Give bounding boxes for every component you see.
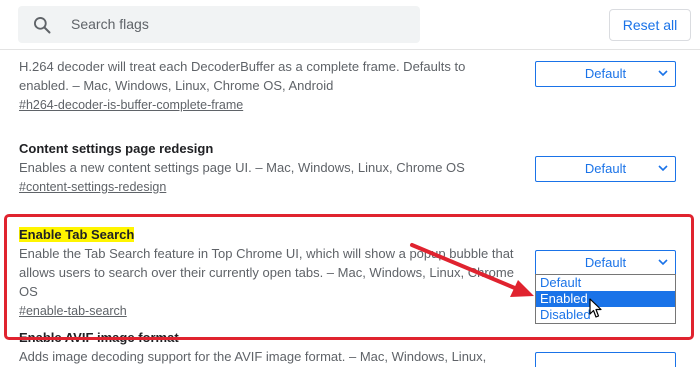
flag-item-content-settings: Content settings page redesign Enables a… — [19, 140, 509, 197]
select-value: Default — [584, 66, 627, 81]
flag-item-h264-decoder: H.264 decoder will treat each DecoderBuf… — [19, 57, 509, 115]
top-bar: Search flags Reset all — [0, 0, 700, 50]
flag-description: Enable the Tab Search feature in Top Chr… — [19, 246, 514, 299]
search-field[interactable]: Search flags — [18, 6, 420, 43]
chevron-down-icon — [658, 165, 668, 172]
flag-anchor-link[interactable]: #enable-tab-search — [19, 302, 519, 321]
flag-description: Enables a new content settings page UI. … — [19, 160, 465, 175]
dropdown-option-disabled[interactable]: Disabled — [536, 307, 675, 323]
search-input[interactable]: Search flags — [71, 16, 149, 32]
chevron-down-icon — [658, 70, 668, 77]
flag-select-avif[interactable] — [535, 352, 676, 367]
flag-anchor-link[interactable]: #content-settings-redesign — [19, 178, 509, 197]
dropdown-option-default[interactable]: Default — [536, 275, 675, 291]
flag-title: Enable Tab Search — [19, 227, 135, 242]
select-value: Default — [584, 255, 627, 270]
flag-anchor-link[interactable]: #h264-decoder-is-buffer-complete-frame — [19, 96, 509, 115]
select-value: Default — [584, 161, 627, 176]
dropdown-option-enabled[interactable]: Enabled — [536, 291, 675, 307]
flag-description: H.264 decoder will treat each DecoderBuf… — [19, 59, 466, 93]
reset-all-button[interactable]: Reset all — [609, 9, 691, 41]
chevron-down-icon — [658, 259, 668, 266]
search-icon — [34, 17, 51, 34]
flag-select-h264-decoder[interactable]: Default — [535, 61, 676, 87]
flag-item-avif: Enable AVIF image format Adds image deco… — [19, 329, 509, 367]
flag-description: Adds image decoding support for the AVIF… — [19, 349, 487, 364]
flag-select-enable-tab-search[interactable]: Default — [535, 250, 676, 276]
flag-select-content-settings[interactable]: Default — [535, 156, 676, 182]
flag-item-enable-tab-search: Enable Tab Search Enable the Tab Search … — [19, 226, 519, 321]
flag-title: Content settings page redesign — [19, 141, 214, 156]
flag-title: Enable AVIF image format — [19, 330, 179, 345]
select-dropdown-list[interactable]: Default Enabled Disabled — [535, 274, 676, 324]
mouse-cursor-icon — [589, 298, 602, 318]
